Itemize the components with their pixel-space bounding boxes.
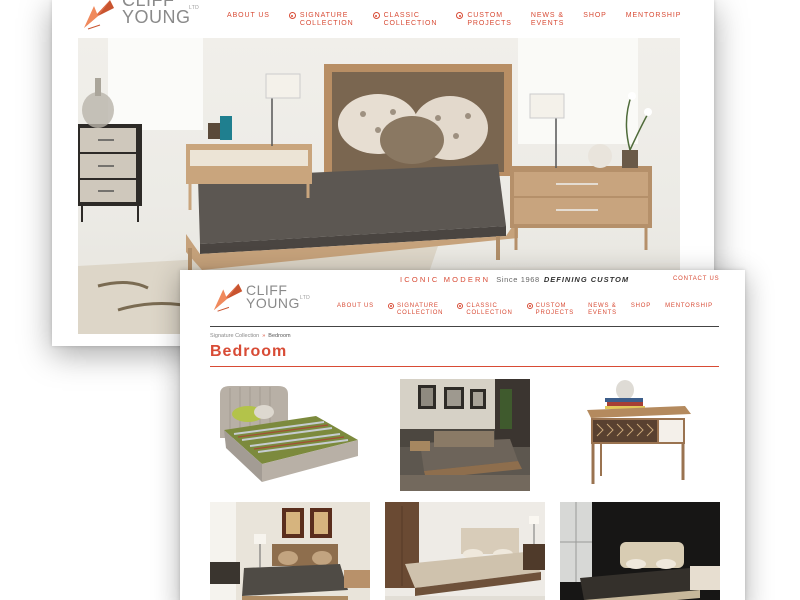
back-nav-item-custom-projects[interactable]: CUSTOM PROJECTS xyxy=(456,12,512,28)
breadcrumb-current: Bedroom xyxy=(268,333,291,339)
nightstand-image xyxy=(575,376,695,488)
front-nav-item-shop[interactable]: SHOP xyxy=(631,303,651,310)
header-divider xyxy=(210,326,719,327)
nav-item-label: NEWS & EVENTS xyxy=(530,12,565,27)
back-nav-item-signature-collection[interactable]: SIGNATURE COLLECTION xyxy=(288,12,354,28)
back-nav-item-mentorship[interactable]: MENTORSHIP xyxy=(626,12,682,20)
page-title: Bedroom xyxy=(210,343,288,360)
back-nav-item-shop[interactable]: SHOP xyxy=(583,12,606,20)
front-browser-window: ICONIC MODERN Since 1968 DEFINING CUSTOM C… xyxy=(180,270,745,600)
contact-us-link[interactable]: CONTACT US xyxy=(673,276,719,282)
nav-item-label: MENTORSHIP xyxy=(665,303,713,309)
nav-item-label: NEWS & EVENTS xyxy=(588,303,617,316)
back-nav-item-about-us[interactable]: ABOUT US xyxy=(227,12,270,20)
nav-item-label: SHOP xyxy=(630,303,652,309)
front-nav-item-mentorship[interactable]: MENTORSHIP xyxy=(665,303,713,310)
back-nav-item-news-events[interactable]: NEWS & EVENTS xyxy=(531,12,564,28)
nav-item-label: CLASSIC COLLECTION xyxy=(466,303,513,316)
tagline-since: Since 1968 xyxy=(496,275,540,284)
back-site-header: CLIFF YOUNG LTD ABOUT US SIGNATURE COLLEC… xyxy=(52,0,714,38)
breadcrumb-separator: » xyxy=(262,333,266,339)
nav-bullet-icon xyxy=(387,303,394,309)
nav-item-label: CUSTOM PROJECTS xyxy=(467,12,512,27)
logo-line-2: YOUNG xyxy=(122,6,191,27)
front-main-nav: ABOUT US SIGNATURE COLLECTION CLASSIC COLL… xyxy=(337,303,727,317)
nav-item-label: MENTORSHIP xyxy=(625,12,682,19)
thumbnail-3-nightstand[interactable] xyxy=(575,376,695,488)
back-main-nav: ABOUT US SIGNATURE COLLECTION CLASSIC COLL… xyxy=(227,12,700,28)
breadcrumb-parent-link[interactable]: Signature Collection xyxy=(210,333,259,339)
nav-bullet-icon xyxy=(526,303,533,309)
nav-item-label: CLASSIC COLLECTION xyxy=(383,12,438,27)
back-nav-item-classic-collection[interactable]: CLASSIC COLLECTION xyxy=(372,12,438,28)
front-nav-item-signature-collection[interactable]: SIGNATURE COLLECTION xyxy=(387,303,444,317)
tagline-defining-custom: DEFINING CUSTOM xyxy=(543,275,630,284)
front-nav-item-custom-projects[interactable]: CUSTOM PROJECTS xyxy=(526,303,575,317)
nav-item-label: ABOUT US xyxy=(337,303,374,309)
nav-item-label: ABOUT US xyxy=(227,12,270,19)
thumbnail-5-bed-cabinet[interactable] xyxy=(385,502,545,600)
front-logo-ltd: LTD xyxy=(300,295,310,301)
bed-image-4 xyxy=(210,502,370,600)
breadcrumb: Signature Collection» Bedroom xyxy=(210,333,291,339)
nav-item-label: SIGNATURE COLLECTION xyxy=(299,12,354,27)
brand-logo[interactable]: CLIFF YOUNG LTD xyxy=(80,0,199,32)
thumbnail-6-bed-dark-wall[interactable] xyxy=(560,502,720,600)
thumbnail-1-upholstered-bed[interactable] xyxy=(218,382,360,488)
logo-wordmark: CLIFF YOUNG xyxy=(122,0,191,27)
title-underline xyxy=(210,366,719,367)
bed-image-1 xyxy=(218,382,360,488)
front-logo-mark-icon xyxy=(213,283,243,312)
front-brand-logo[interactable]: CLIFF YOUNG LTD xyxy=(210,278,310,314)
tagline-iconic-modern: ICONIC MODERN xyxy=(400,275,491,284)
nav-item-label: SIGNATURE COLLECTION xyxy=(396,303,444,316)
thumbnail-2-bedroom-photos[interactable] xyxy=(400,379,530,491)
nav-bullet-icon xyxy=(456,12,464,19)
logo-mark-icon xyxy=(84,0,114,30)
nav-item-label: SHOP xyxy=(583,12,607,19)
nav-item-label: CUSTOM PROJECTS xyxy=(535,303,575,316)
logo-ltd: LTD xyxy=(189,5,199,11)
bed-image-6 xyxy=(560,502,720,600)
site-tagline: ICONIC MODERN Since 1968 DEFINING CUSTOM xyxy=(400,275,629,284)
front-nav-item-about-us[interactable]: ABOUT US xyxy=(337,303,374,310)
nav-bullet-icon xyxy=(457,303,464,309)
bed-image-5 xyxy=(385,502,545,600)
front-nav-item-classic-collection[interactable]: CLASSIC COLLECTION xyxy=(457,303,512,317)
bed-image-2 xyxy=(400,379,530,491)
front-logo-line-2: YOUNG xyxy=(246,294,300,311)
front-logo-wordmark: CLIFF YOUNG xyxy=(246,283,300,311)
nav-bullet-icon xyxy=(372,12,380,19)
front-nav-item-news-events[interactable]: NEWS & EVENTS xyxy=(588,303,617,317)
thumbnail-4-bedroom-art[interactable] xyxy=(210,502,370,600)
nav-bullet-icon xyxy=(288,12,296,19)
